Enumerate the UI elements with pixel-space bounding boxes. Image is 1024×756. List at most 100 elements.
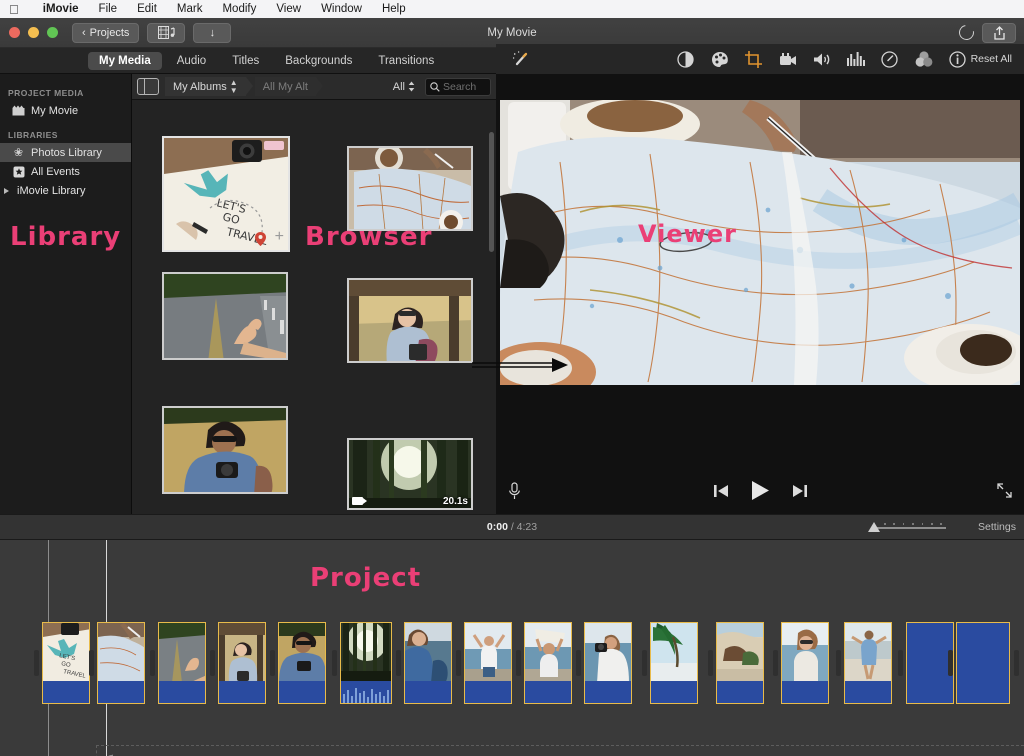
disclosure-triangle-icon[interactable]: [4, 187, 9, 194]
filters-circles-icon[interactable]: [911, 46, 937, 72]
stabilization-camera-icon[interactable]: [775, 46, 801, 72]
tab-transitions[interactable]: Transitions: [367, 52, 445, 70]
clip-audio-band: [782, 681, 828, 703]
timeline-clip-woman-in-tuktuk[interactable]: [218, 622, 266, 704]
media-item-forest-sunlight[interactable]: 20.1s: [347, 438, 473, 510]
timeline-clip-blue-clip-b[interactable]: [956, 622, 1010, 704]
menu-item-modify[interactable]: Modify: [212, 3, 266, 15]
clip-gap: [948, 650, 953, 676]
viewer-canvas[interactable]: Viewer: [500, 100, 1020, 385]
search-input[interactable]: Search: [425, 77, 491, 96]
menu-item-help[interactable]: Help: [372, 3, 416, 15]
color-balance-icon[interactable]: [673, 46, 699, 72]
timeline-zoom-slider[interactable]: [868, 520, 946, 534]
breadcrumb-my-albums[interactable]: My Albums ▲ ▼: [165, 77, 253, 96]
noise-reduction-equalizer-icon[interactable]: [843, 46, 869, 72]
breadcrumb: My Albums ▲ ▼ All My Alt: [165, 77, 387, 96]
browser-scrollbar[interactable]: [489, 132, 494, 252]
clip-audio-band: [279, 681, 325, 703]
clip-audio-band: [405, 681, 451, 703]
timeline-clip-forest-sunlight[interactable]: [340, 622, 392, 704]
clip-thumbnail: [465, 623, 511, 683]
current-time: 0:00: [486, 521, 508, 533]
skip-to-end-icon[interactable]: [792, 484, 807, 503]
timeline-clip-woman-sunglasses-sea[interactable]: [781, 622, 829, 704]
menu-item-window[interactable]: Window: [311, 3, 372, 15]
clip-audio-band: [159, 681, 205, 703]
menu-item-edit[interactable]: Edit: [127, 3, 167, 15]
thumbnail-art: LET'S GO TRAVEL: [164, 138, 288, 250]
clip-gap: [576, 650, 581, 676]
timeline-clip-photographing-sea[interactable]: [584, 622, 632, 704]
library-sidebar: PROJECT MEDIA My Movie LIBRARIES ❀ Photo…: [0, 74, 132, 514]
timeline-clip-beach-chairs[interactable]: [716, 622, 764, 704]
annotation-browser: Browser: [305, 222, 433, 252]
search-icon: [430, 81, 440, 92]
apple-menu-icon[interactable]: : [9, 3, 19, 16]
volume-icon[interactable]: [809, 46, 835, 72]
sidebar-heading-project-media: PROJECT MEDIA: [8, 88, 84, 98]
audio-dropzone[interactable]: ♫: [96, 745, 1024, 756]
timeline-clip-blue-clip-a[interactable]: [906, 622, 954, 704]
tab-my-media[interactable]: My Media: [88, 51, 162, 70]
clip-audio-band: [957, 623, 1009, 703]
clip-gap: [516, 650, 521, 676]
timeline-clip-hitchhiking-road[interactable]: [158, 622, 206, 704]
timeline-settings-button[interactable]: Settings: [978, 521, 1016, 533]
speed-gauge-icon[interactable]: [877, 46, 903, 72]
clip-gap: [210, 650, 215, 676]
timeline-toolbar: 0:00 / 4:23 Settings: [0, 514, 1024, 540]
crop-icon[interactable]: [741, 46, 767, 72]
tab-audio[interactable]: Audio: [166, 52, 217, 70]
chevron-updown-icon: [408, 81, 415, 92]
play-icon[interactable]: [751, 480, 770, 506]
info-icon[interactable]: [945, 46, 971, 72]
menu-item-file[interactable]: File: [89, 3, 128, 15]
breadcrumb-all-my-albums[interactable]: All My Alt: [254, 77, 324, 96]
sidebar-item-label: iMovie Library: [17, 184, 86, 197]
time-separator: /: [510, 521, 514, 533]
media-item-lets-go-travel[interactable]: LET'S GO TRAVEL +: [162, 136, 290, 252]
sidebar-item-all-events[interactable]: All Events: [0, 162, 131, 181]
menu-item-imovie[interactable]: iMovie: [33, 3, 89, 15]
sidebar-toggle-icon[interactable]: [137, 78, 159, 95]
timeline-clip-woman-by-sea[interactable]: [404, 622, 452, 704]
media-item-hitchhiking-road[interactable]: [162, 272, 288, 360]
menu-item-mark[interactable]: Mark: [167, 3, 213, 15]
thumbnail-art: [349, 148, 471, 229]
magic-wand-icon[interactable]: [508, 46, 534, 72]
timeline-clip-map-on-table[interactable]: [97, 622, 145, 704]
timeline-clip-palm-beach[interactable]: [650, 622, 698, 704]
media-item-man-with-camera[interactable]: [162, 406, 288, 494]
reset-all-button[interactable]: Reset All: [971, 53, 1012, 65]
viewer-panel: Reset All Viewer: [496, 44, 1024, 514]
clip-gap: [773, 650, 778, 676]
clip-thumbnail: [279, 623, 325, 683]
menu-item-view[interactable]: View: [266, 3, 311, 15]
sidebar-item-photos-library[interactable]: ❀ Photos Library: [0, 143, 131, 162]
skip-to-start-icon[interactable]: [713, 484, 729, 503]
titlebar-right-actions: [956, 22, 1016, 43]
timeline-clip-lets-go-travel[interactable]: LET'S GO TRAVEL: [42, 622, 90, 704]
sidebar-heading-libraries: LIBRARIES: [8, 130, 58, 140]
clip-gap: [456, 650, 461, 676]
color-correction-palette-icon[interactable]: [707, 46, 733, 72]
add-to-project-plus-icon[interactable]: +: [275, 228, 284, 246]
media-item-woman-in-tuktuk[interactable]: [347, 278, 473, 363]
zoom-slider-knob[interactable]: [868, 522, 880, 532]
media-filter-select[interactable]: All: [393, 81, 419, 93]
timeline-clip-arms-out-beach[interactable]: [844, 622, 892, 704]
tab-titles[interactable]: Titles: [221, 52, 270, 70]
timeline-clip-holding-map-sea[interactable]: [524, 622, 572, 704]
media-item-map-on-table[interactable]: [347, 146, 473, 231]
music-note-icon: ♫: [105, 750, 115, 756]
sidebar-item-imovie-library[interactable]: iMovie Library: [0, 181, 131, 200]
sidebar-item-label: My Movie: [31, 104, 79, 117]
clip-audio-band: [43, 681, 89, 703]
share-button[interactable]: [982, 22, 1016, 43]
sidebar-item-my-movie[interactable]: My Movie: [0, 101, 131, 120]
timeline-clip-arms-raised-sea[interactable]: [464, 622, 512, 704]
timeline-clip-man-with-camera[interactable]: [278, 622, 326, 704]
tab-backgrounds[interactable]: Backgrounds: [274, 52, 363, 70]
project-timeline[interactable]: Project LET'S GO TRAVEL: [0, 540, 1024, 756]
